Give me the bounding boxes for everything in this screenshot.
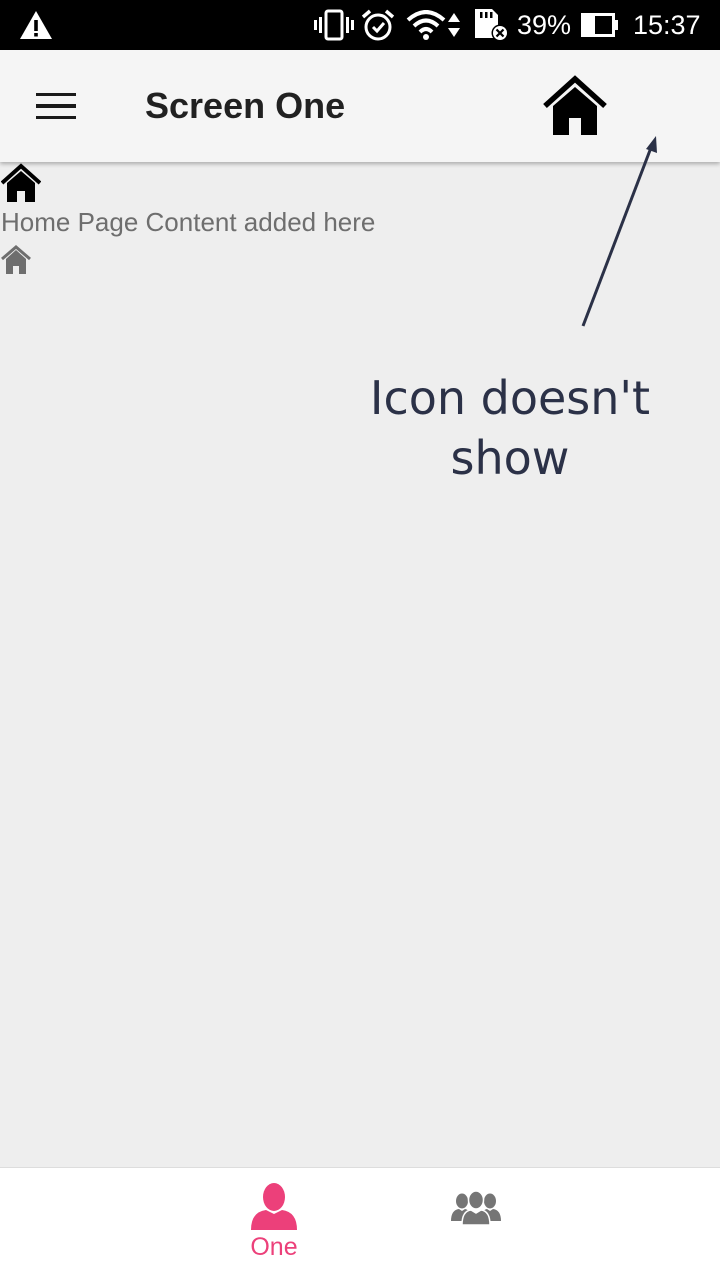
tab-one[interactable]: One	[194, 1168, 354, 1281]
tab-group[interactable]	[396, 1168, 556, 1281]
person-icon	[249, 1180, 299, 1232]
warning-icon	[18, 8, 54, 42]
sd-card-error-icon	[472, 8, 510, 42]
status-bar: 39% 15:37	[0, 0, 720, 50]
annotation-line: show	[450, 431, 570, 485]
annotation-text: Icon doesn't show	[360, 368, 660, 488]
bottom-navigation: One	[0, 1167, 720, 1281]
menu-icon-bar	[36, 104, 76, 108]
battery-percent: 39%	[517, 10, 572, 40]
annotation-arrow	[581, 136, 657, 327]
battery-icon	[580, 8, 620, 42]
clock: 15:37	[633, 10, 701, 40]
tab-one-label: One	[250, 1233, 298, 1261]
menu-icon	[36, 92, 76, 97]
menu-icon-bar	[36, 115, 76, 120]
home-icon	[543, 75, 607, 135]
menu-button[interactable]	[28, 82, 84, 130]
alarm-icon	[360, 8, 396, 42]
home-button[interactable]	[540, 72, 610, 140]
home-icon	[1, 245, 31, 274]
data-arrows-icon	[446, 8, 462, 42]
group-icon	[451, 1182, 501, 1234]
home-content-text: Home Page Content added here	[1, 207, 376, 237]
page-title: Screen One	[145, 85, 346, 126]
wifi-icon	[406, 8, 446, 42]
vibrate-icon	[314, 8, 354, 42]
home-icon	[1, 163, 41, 202]
annotation-line: Icon doesn't	[369, 371, 651, 425]
app-bar: Screen One	[0, 50, 720, 162]
